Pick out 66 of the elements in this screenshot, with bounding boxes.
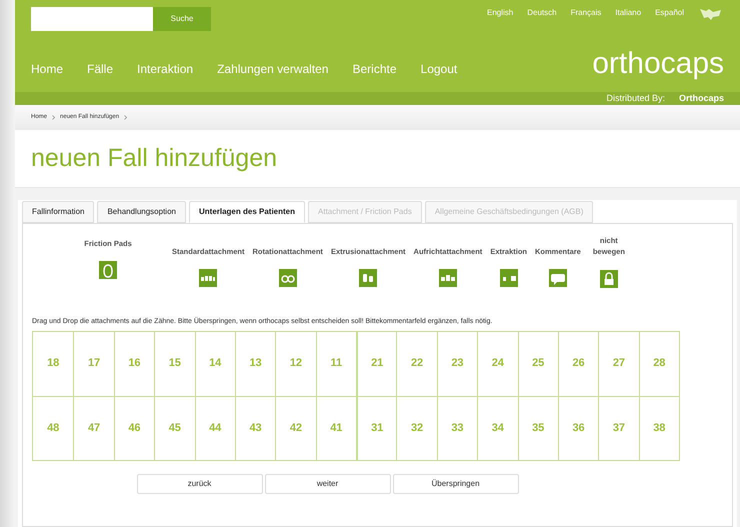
tab[interactable]: Fallinformation [22, 201, 94, 223]
tooth-slot[interactable]: 35 [518, 396, 558, 460]
tooth-slot[interactable]: 23 [436, 332, 478, 396]
language-link[interactable]: Deutsch [527, 7, 557, 19]
tooth-slot[interactable]: 28 [638, 332, 679, 396]
tooth-slot[interactable]: 12 [275, 332, 316, 396]
nav-link[interactable]: Fälle [87, 60, 114, 78]
pad-tool-icon[interactable] [99, 261, 117, 280]
upright-tool-icon[interactable] [438, 269, 457, 288]
nav-link[interactable]: Home [31, 60, 64, 78]
language-link[interactable]: Italiano [615, 7, 642, 19]
tooth-slot[interactable]: 31 [356, 396, 396, 460]
distributed-label: Distributed By: [606, 92, 665, 105]
logo: orthocaps [592, 49, 724, 79]
tab[interactable]: Unterlagen des Patienten [188, 201, 306, 223]
tooth-slot[interactable]: 36 [558, 396, 598, 460]
chevron-icon [124, 115, 128, 120]
standard-tool-icon[interactable] [199, 269, 218, 288]
tooth-slot[interactable]: 37 [598, 396, 639, 460]
tooth-slot[interactable]: 18 [33, 332, 74, 396]
tooth-slot[interactable]: 24 [477, 332, 518, 396]
tooth-slot[interactable]: 27 [598, 332, 639, 396]
nav-button[interactable]: zurück [136, 474, 262, 494]
tooth-slot[interactable]: 21 [356, 332, 396, 396]
language-link[interactable]: Français [570, 7, 602, 19]
tooth-slot[interactable]: 26 [558, 332, 598, 396]
tooth-slot[interactable]: 42 [275, 396, 316, 460]
tooth-slot[interactable]: 47 [73, 396, 114, 460]
tooth-slot[interactable]: 17 [73, 332, 114, 396]
tooth-slot[interactable]: 46 [114, 396, 154, 460]
tooth-slot[interactable]: 41 [316, 396, 356, 460]
search-field[interactable] [31, 7, 153, 31]
tab[interactable]: Behandlungsoption [97, 201, 186, 223]
page-title: neuen Fall hinzufügen [31, 142, 278, 174]
nav-link[interactable]: Zahlungen verwalten [217, 60, 328, 78]
tooth-slot[interactable]: 16 [114, 332, 154, 396]
tooth-slot[interactable]: 25 [518, 332, 558, 396]
tooth-slot[interactable]: 15 [154, 332, 194, 396]
language-link[interactable]: English [486, 7, 514, 19]
tooth-slot[interactable]: 43 [234, 396, 276, 460]
tooth-slot[interactable]: 38 [638, 396, 679, 460]
tooth-slot[interactable]: 11 [316, 332, 356, 396]
tooth-slot[interactable]: 45 [154, 396, 194, 460]
tooth-slot[interactable]: 14 [194, 332, 235, 396]
tooth-slot[interactable]: 48 [33, 396, 74, 460]
tooth-slot[interactable]: 33 [436, 396, 478, 460]
distributor-name: Orthocaps [678, 92, 724, 105]
nav-link[interactable]: Interaktion [137, 60, 194, 78]
nav-button[interactable]: weiter [264, 474, 390, 494]
tooth-slot[interactable]: 32 [396, 396, 437, 460]
lock-tool-icon[interactable] [600, 270, 618, 288]
tooth-slot[interactable]: 13 [234, 332, 276, 396]
comment-tool-icon[interactable] [548, 269, 567, 288]
nav-link[interactable]: Berichte [352, 60, 397, 78]
globe-icon [698, 6, 724, 20]
nav-link[interactable]: Logout [420, 60, 458, 78]
extrusion-tool-icon[interactable] [359, 269, 378, 288]
tooth-slot[interactable]: 44 [194, 396, 235, 460]
tooth-slot[interactable]: 22 [396, 332, 437, 396]
tooth-slot[interactable]: 34 [477, 396, 518, 460]
language-link[interactable]: Español [655, 7, 684, 19]
search-button[interactable]: Suche [153, 7, 211, 31]
extraction-tool-icon[interactable] [500, 269, 518, 288]
chevron-icon [52, 115, 56, 120]
nav-button[interactable]: Überspringen [392, 474, 518, 494]
rotation-tool-icon[interactable] [278, 269, 297, 288]
